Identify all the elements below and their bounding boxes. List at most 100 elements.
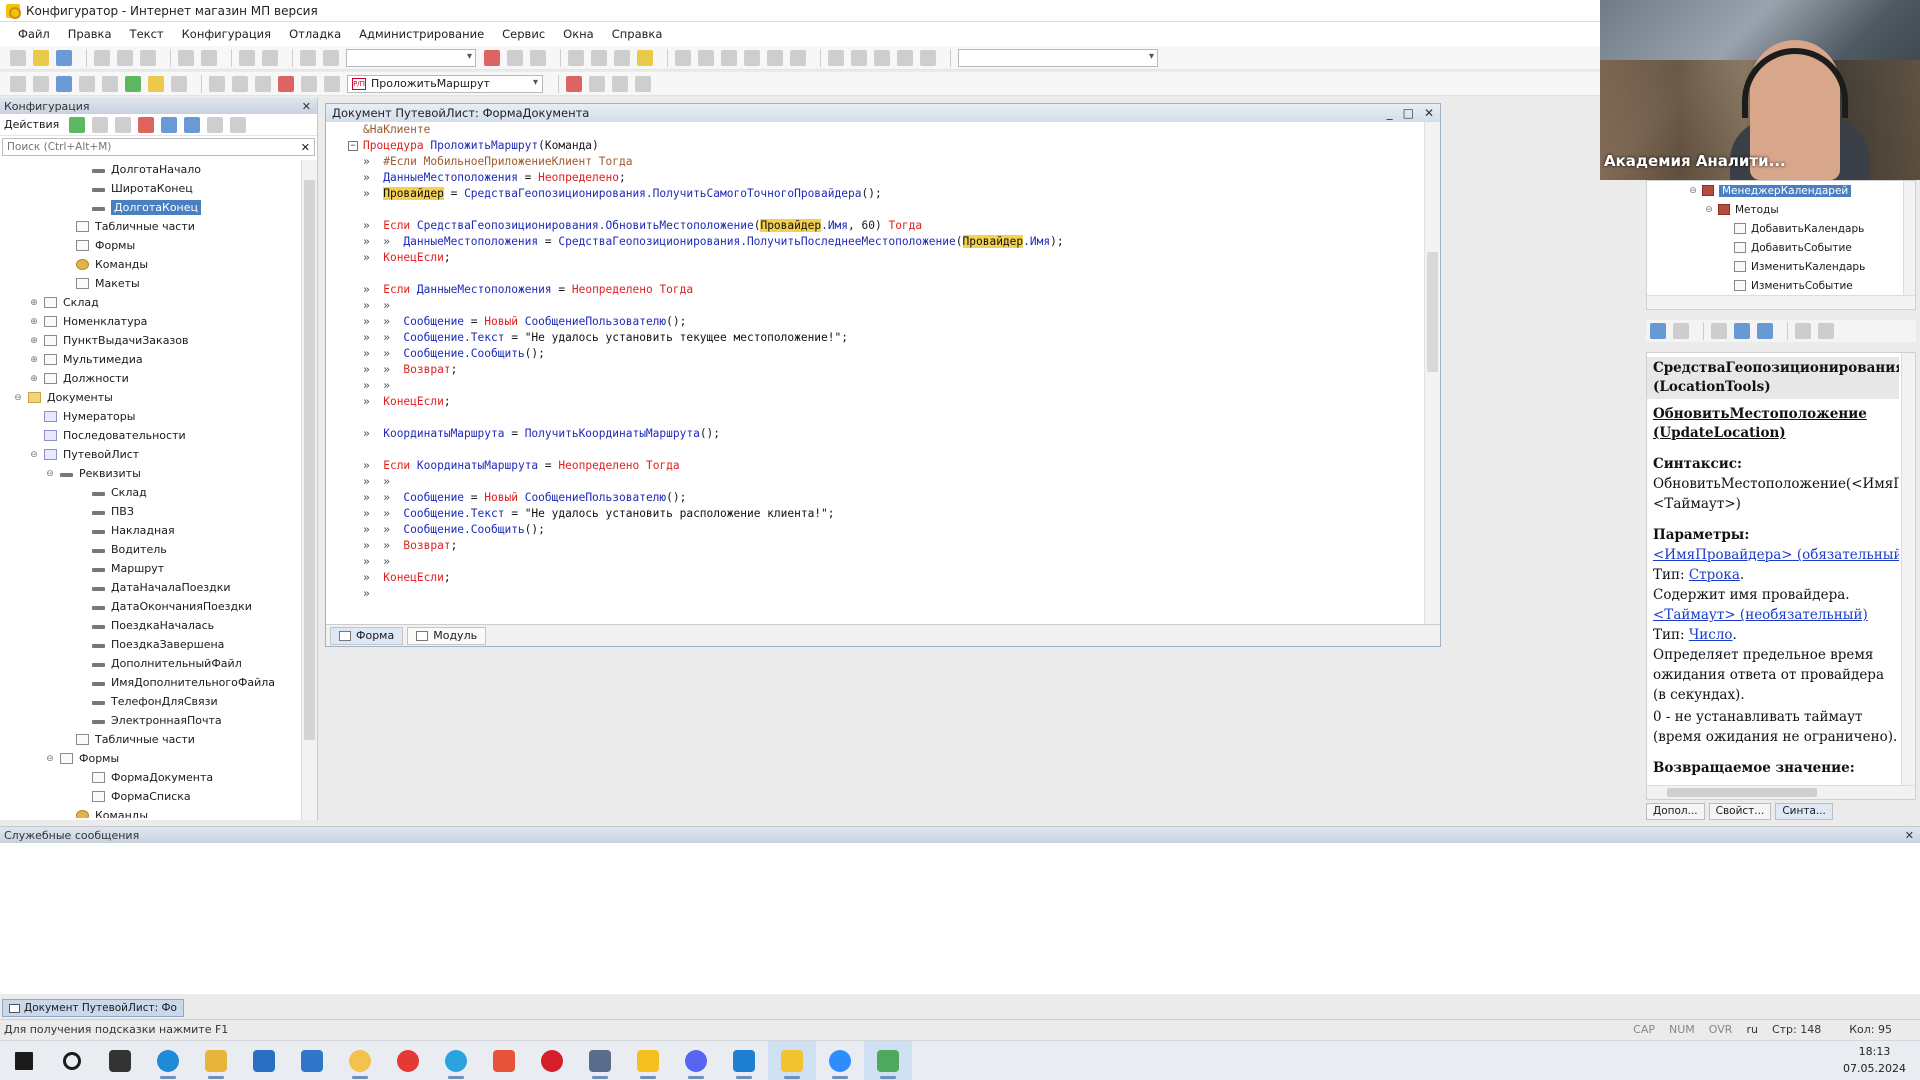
- tree-item[interactable]: ⊖ ПутевойЛист: [0, 445, 300, 464]
- update-db-icon[interactable]: [56, 75, 72, 92]
- taskbar-1c-configurator-button[interactable]: [768, 1040, 816, 1080]
- tree-item[interactable]: ⊕ Должности: [0, 369, 300, 388]
- find-next-icon[interactable]: [507, 49, 523, 66]
- tree-item[interactable]: ДолготаКонец: [0, 198, 300, 217]
- config-icon[interactable]: [10, 75, 26, 92]
- syntax-assistant-tab[interactable]: Свойст...: [1708, 802, 1772, 820]
- scrollbar-thumb[interactable]: [1427, 252, 1438, 372]
- syntax-check-icon[interactable]: [614, 49, 630, 66]
- sync-icon[interactable]: [1734, 323, 1750, 339]
- expand-toggle-icon[interactable]: ⊕: [28, 317, 40, 327]
- compare-icon[interactable]: [79, 75, 95, 92]
- menu-item-6[interactable]: Сервис: [498, 25, 549, 43]
- stop-debug-icon[interactable]: [635, 75, 651, 92]
- code-editor-scrollbar[interactable]: [1424, 122, 1440, 626]
- taskbar-yandex-button[interactable]: [384, 1041, 432, 1080]
- redo-icon[interactable]: [262, 49, 278, 66]
- filter-icon[interactable]: [230, 116, 247, 133]
- scrollbar-thumb[interactable]: [304, 180, 315, 740]
- procedure-select-icon[interactable]: [324, 75, 340, 92]
- tree-item[interactable]: ⊕ Склад: [0, 293, 300, 312]
- language-indicator[interactable]: ru: [1746, 1023, 1758, 1036]
- tree-item[interactable]: Табличные части: [0, 217, 300, 236]
- taskbar-start-button[interactable]: [0, 1041, 48, 1080]
- search-icon[interactable]: [1711, 323, 1727, 339]
- configuration-search-input[interactable]: [7, 141, 287, 153]
- syntax-tree-vscrollbar[interactable]: [1903, 181, 1915, 297]
- close-icon[interactable]: ✕: [1905, 829, 1914, 842]
- expand-toggle-icon[interactable]: ⊖: [12, 393, 24, 403]
- tree-item[interactable]: ПоездкаНачалась: [0, 616, 300, 635]
- expand-toggle-icon[interactable]: ⊖: [1703, 205, 1715, 215]
- add-icon[interactable]: [69, 116, 86, 133]
- breakpoint-list-icon[interactable]: [589, 75, 605, 92]
- window-list-icon[interactable]: [897, 49, 913, 66]
- tile-icon[interactable]: [851, 49, 867, 66]
- format-icon[interactable]: [790, 49, 806, 66]
- clear-search-icon[interactable]: ✕: [301, 141, 310, 154]
- copy-item-icon[interactable]: [115, 116, 132, 133]
- clock-icon[interactable]: [920, 49, 936, 66]
- syntax-tree-item[interactable]: ⊖ МенеджерКалендарей: [1647, 181, 1915, 200]
- comment-icon[interactable]: [721, 49, 737, 66]
- expand-toggle-icon[interactable]: ⊖: [44, 469, 56, 479]
- scrollbar-thumb[interactable]: [1667, 788, 1817, 797]
- expand-toggle-icon[interactable]: ⊕: [28, 336, 40, 346]
- tree-item[interactable]: Команды: [0, 806, 300, 818]
- procedures-list-icon[interactable]: [301, 75, 317, 92]
- close-icon[interactable]: ✕: [1424, 106, 1434, 120]
- step-icon[interactable]: [612, 75, 628, 92]
- tree-item[interactable]: Склад: [0, 483, 300, 502]
- print-icon[interactable]: [1795, 323, 1811, 339]
- preview-icon[interactable]: [201, 49, 217, 66]
- system-clock[interactable]: 18:13 07.05.2024: [1843, 1043, 1906, 1077]
- start-debug-icon[interactable]: [125, 75, 141, 92]
- type-number-link[interactable]: Число: [1689, 627, 1733, 643]
- home-icon[interactable]: [1757, 323, 1773, 339]
- tree-item[interactable]: ДополнительныйФайл: [0, 654, 300, 673]
- paste-icon[interactable]: [140, 49, 156, 66]
- taskbar-discord-button[interactable]: [672, 1041, 720, 1080]
- breakpoint-icon[interactable]: [566, 75, 582, 92]
- actions-menu-button[interactable]: Действия: [4, 118, 59, 131]
- param-timeout-link[interactable]: <Таймаут> (необязательный): [1653, 607, 1868, 623]
- tree-item[interactable]: ИмяДополнительногоФайла: [0, 673, 300, 692]
- syntax-tree-item[interactable]: ДобавитьКалендарь: [1647, 219, 1915, 238]
- tab-form[interactable]: Форма: [330, 626, 404, 645]
- taskbar-ssms-button[interactable]: [576, 1041, 624, 1080]
- close-icon[interactable]: ✕: [302, 100, 311, 113]
- tree-item[interactable]: ДатаНачалаПоездки: [0, 578, 300, 597]
- sort-icon[interactable]: [207, 116, 224, 133]
- taskbar-opera-button[interactable]: [528, 1041, 576, 1080]
- taskbar-obs-button[interactable]: [864, 1040, 912, 1080]
- tree-item[interactable]: ⊕ Номенклатура: [0, 312, 300, 331]
- tree-item[interactable]: Маршрут: [0, 559, 300, 578]
- pin-icon[interactable]: [1818, 323, 1834, 339]
- move-down-icon[interactable]: [184, 116, 201, 133]
- comment-block-icon[interactable]: [255, 75, 271, 92]
- open-icon[interactable]: [33, 49, 49, 66]
- expand-toggle-icon[interactable]: ⊕: [28, 374, 40, 384]
- help-search-combo[interactable]: [958, 48, 1158, 67]
- syntax-assistant-tab[interactable]: Допол...: [1646, 802, 1705, 820]
- param-provider-name-link[interactable]: <ИмяПровайдера> (обязательный): [1653, 547, 1899, 563]
- tree-item[interactable]: Формы: [0, 236, 300, 255]
- taskbar-explorer-button[interactable]: [192, 1041, 240, 1080]
- db-config-icon[interactable]: [33, 75, 49, 92]
- uncomment-icon[interactable]: [744, 49, 760, 66]
- maximize-icon[interactable]: □: [1403, 106, 1414, 120]
- clear-search-icon[interactable]: [484, 49, 500, 66]
- expand-toggle-icon[interactable]: ⊖: [28, 450, 40, 460]
- tree-item[interactable]: ДолготаНачало: [0, 160, 300, 179]
- tree-item[interactable]: ⊕ Мультимедиа: [0, 350, 300, 369]
- wrap-icon[interactable]: [767, 49, 783, 66]
- undo-icon[interactable]: [239, 49, 255, 66]
- new-file-icon[interactable]: [10, 49, 26, 66]
- tree-item[interactable]: Накладная: [0, 521, 300, 540]
- menu-item-3[interactable]: Конфигурация: [178, 25, 275, 43]
- menu-item-7[interactable]: Окна: [559, 25, 598, 43]
- menu-item-5[interactable]: Администрирование: [355, 25, 488, 43]
- debug-items-icon[interactable]: [171, 75, 187, 92]
- tree-item[interactable]: Водитель: [0, 540, 300, 559]
- expand-toggle-icon[interactable]: ⊖: [1687, 186, 1699, 196]
